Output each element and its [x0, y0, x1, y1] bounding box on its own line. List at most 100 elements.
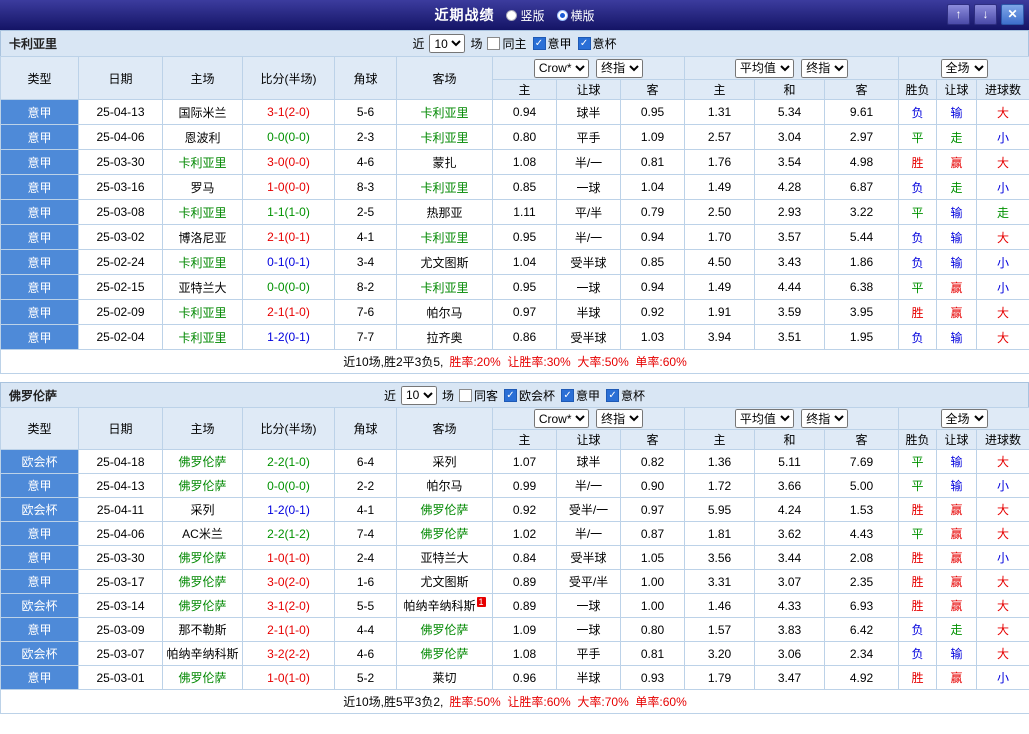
avg-away-odds: 5.44	[824, 224, 900, 250]
checkbox-label: 意甲	[576, 388, 601, 403]
result-wdl-cell: 胜	[898, 593, 938, 618]
avg-home-odds: 3.31	[684, 569, 756, 594]
match-row: 意甲 25-03-16 罗马 1-0(0-0) 8-3 卡利亚里 0.85 一球 1.04 1.4…	[0, 174, 1029, 200]
home-team-cell: 卡利亚里	[162, 324, 243, 350]
corner-cell: 7-4	[334, 521, 397, 546]
filter-checkbox-欧会杯[interactable]: ✓ 欧会杯	[504, 387, 555, 404]
away-team-cell: 帕尔马	[396, 299, 493, 325]
filter-checkbox-意甲[interactable]: ✓ 意甲	[532, 35, 572, 52]
results-table: 类型 日期 主场 比分(半场) 角球 客场 Crow* 终指 平均值 终指 全场	[0, 56, 1029, 374]
away-team-cell: 佛罗伦萨	[396, 497, 493, 522]
filter-matches-label: 场	[470, 37, 483, 51]
handicap-away-odds: 0.95	[619, 99, 686, 125]
result-goals-cell: 小	[976, 124, 1029, 150]
avg-draw-odds: 3.06	[754, 641, 826, 666]
result-goals-cell: 小	[976, 545, 1029, 570]
summary-row: 近10场,胜2平3负5, 胜率:20% 让胜率:30% 大率:50% 单率:60%	[0, 349, 1029, 374]
team-section-fiorentina: 佛罗伦萨 近 10 场 同客 ✓ 欧会杯 ✓ 意甲 ✓ 意杯 类型 日期 主场 比分(半场)…	[0, 382, 1029, 714]
home-team-cell: 佛罗伦萨	[162, 665, 243, 690]
home-team-cell: 采列	[162, 497, 243, 522]
avg-home-odds: 1.31	[684, 99, 756, 125]
handicap-line-cell: 球半	[556, 449, 621, 474]
sub-header-goals-result: 进球数	[976, 79, 1029, 100]
recent-count-select[interactable]: 10	[400, 385, 437, 405]
score-cell: 3-1(2-0)	[242, 99, 335, 125]
score-cell: 1-0(1-0)	[242, 545, 335, 570]
col-header-type: 类型	[0, 56, 79, 100]
handicap-line-cell: 半/一	[556, 521, 621, 546]
results-table: 类型 日期 主场 比分(半场) 角球 客场 Crow* 终指 平均值 终指 全场	[0, 407, 1029, 714]
score-cell: 3-1(2-0)	[242, 593, 335, 618]
matches-tbody: 意甲 25-04-13 国际米兰 3-1(2-0) 5-6 卡利亚里 0.94 球半 0.95 1…	[0, 99, 1029, 350]
corner-cell: 7-7	[334, 324, 397, 350]
sub-header-hdc-away: 客	[619, 429, 686, 450]
average-final-select[interactable]: 终指	[801, 409, 849, 428]
sub-header-avg-home: 主	[684, 79, 756, 100]
handicap-away-odds: 0.85	[619, 249, 686, 275]
sub-header-handicap-result: 让球	[936, 429, 978, 450]
result-wdl-cell: 胜	[898, 665, 938, 690]
company-select[interactable]: Crow*	[533, 58, 589, 78]
average-final-select[interactable]: 终指	[801, 58, 849, 78]
titlebar: 近期战绩 竖版 横版 ↑ ↓ ✕	[0, 0, 1029, 30]
corner-cell: 1-6	[334, 569, 397, 594]
league-cell: 意甲	[0, 199, 79, 225]
scroll-up-button[interactable]: ↑	[947, 4, 970, 25]
filter-checkbox-意甲[interactable]: ✓ 意甲	[561, 387, 600, 404]
col-header-home: 主场	[162, 56, 243, 100]
company-final-select[interactable]: 终指	[596, 409, 644, 428]
layout-option-horizontal[interactable]: 横版	[556, 7, 595, 24]
avg-away-odds: 1.86	[824, 249, 900, 275]
result-goals-cell: 大	[976, 324, 1029, 350]
handicap-home-odds: 1.07	[492, 449, 557, 474]
handicap-line-cell: 受半球	[556, 324, 621, 350]
handicap-line-cell: 受平/半	[556, 569, 621, 594]
average-select[interactable]: 平均值	[734, 409, 794, 428]
result-goals-cell: 大	[976, 617, 1029, 642]
home-team-cell: 卡利亚里	[162, 249, 243, 275]
result-goals-cell: 大	[976, 593, 1029, 618]
avg-draw-odds: 3.83	[754, 617, 826, 642]
handicap-home-odds: 1.02	[492, 521, 557, 546]
average-select[interactable]: 平均值	[734, 58, 794, 78]
result-wdl-cell: 胜	[898, 299, 938, 325]
scope-select[interactable]: 全场	[940, 58, 988, 78]
layout-option-vertical[interactable]: 竖版	[506, 7, 545, 24]
filter-checkbox-意杯[interactable]: ✓ 意杯	[577, 35, 617, 52]
sub-header-hdc-line: 让球	[556, 79, 621, 100]
league-cell: 意甲	[0, 665, 79, 690]
away-team-cell: 拉齐奥	[396, 324, 493, 350]
away-team-cell: 尤文图斯	[396, 569, 493, 594]
sub-header-hdc-home: 主	[492, 429, 557, 450]
checkbox-unchecked-icon	[458, 388, 472, 402]
handicap-line-cell: 一球	[556, 174, 621, 200]
home-team-cell: 佛罗伦萨	[162, 545, 243, 570]
score-cell: 0-0(0-0)	[242, 473, 335, 498]
checkbox-checked-icon: ✓	[577, 37, 591, 50]
handicap-home-odds: 0.95	[492, 274, 557, 300]
corner-cell: 5-5	[334, 593, 397, 618]
panel-title: 近期战绩	[434, 7, 495, 23]
company-select[interactable]: Crow*	[533, 409, 589, 428]
handicap-line-cell: 球半	[556, 99, 621, 125]
avg-draw-odds: 4.44	[754, 274, 826, 300]
checkbox-label: 意甲	[547, 37, 572, 51]
scope-select[interactable]: 全场	[940, 409, 988, 428]
checkbox-label: 同主	[502, 37, 527, 51]
home-team-cell: 国际米兰	[162, 99, 243, 125]
company-final-select[interactable]: 终指	[596, 58, 644, 78]
filter-checkboxes: 同主 ✓ 意甲 ✓ 意杯	[487, 35, 617, 52]
result-handicap-cell: 输	[936, 449, 978, 474]
handicap-line-cell: 半球	[556, 665, 621, 690]
avg-draw-odds: 3.43	[754, 249, 826, 275]
avg-draw-odds: 5.34	[754, 99, 826, 125]
filter-checkbox-意杯[interactable]: ✓ 意杯	[606, 387, 645, 404]
close-button[interactable]: ✕	[1001, 4, 1024, 25]
team-name: 佛罗伦萨	[9, 388, 58, 403]
recent-count-select[interactable]: 10	[429, 34, 466, 53]
result-wdl-cell: 平	[898, 473, 938, 498]
filter-checkbox-同主[interactable]: 同主	[487, 35, 527, 52]
scroll-down-button[interactable]: ↓	[974, 4, 997, 25]
sub-header-avg-away: 客	[824, 429, 900, 450]
filter-checkbox-同客[interactable]: 同客	[458, 387, 498, 404]
